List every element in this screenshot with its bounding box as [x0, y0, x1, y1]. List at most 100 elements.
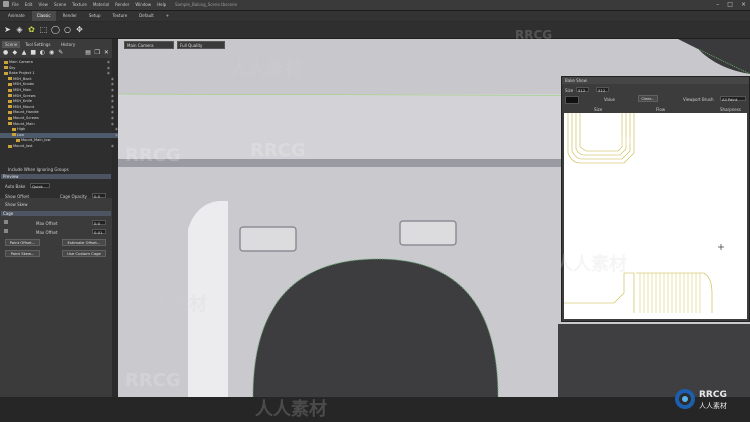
menu-help[interactable]: Help [157, 2, 166, 7]
tree-item[interactable]: MSH_Main ◉ [0, 88, 118, 93]
app-logo-icon [3, 1, 9, 7]
rect-select-icon[interactable]: ⬚ [39, 25, 48, 34]
brush-select[interactable]: All Paint [720, 96, 746, 102]
paint-icon[interactable]: ✿ [27, 25, 36, 34]
visibility-icon[interactable]: ◉ [111, 77, 114, 82]
tab-add[interactable]: + [161, 11, 174, 21]
max-offset-input[interactable]: 0.0 [92, 220, 106, 226]
tree-item[interactable]: Low ◉ [0, 132, 122, 138]
menu-texture[interactable]: Texture [72, 2, 87, 7]
tree-item[interactable]: MSH_Back ◉ [0, 77, 118, 82]
tree-item[interactable]: MSH_Knife ◉ [0, 99, 118, 104]
move-icon[interactable]: ✥ [75, 25, 84, 34]
material-icon[interactable]: ◉ [48, 49, 55, 56]
col-flow: Flow [656, 107, 666, 112]
tree-item[interactable]: MSH_Screws ◉ [0, 94, 118, 99]
group-icon[interactable]: ■ [30, 49, 37, 56]
bake-preview-canvas[interactable] [564, 113, 747, 319]
tree-item[interactable]: High ◉ [0, 127, 122, 132]
folder-icon [16, 138, 20, 142]
visibility-icon[interactable]: ◉ [111, 82, 114, 87]
mode-tabs: Animate Classic Render Setup Texture Def… [0, 11, 750, 21]
tree-item[interactable]: Main Camera ◉ [0, 60, 114, 65]
show-skew-checkbox[interactable]: Show Skew [5, 202, 28, 207]
menu-render[interactable]: Render [115, 2, 129, 7]
visibility-icon[interactable]: ◉ [111, 88, 114, 93]
estimate-offset-button[interactable]: Estimate Offset... [62, 239, 106, 246]
clear-button[interactable]: Clear... [638, 95, 658, 102]
size-width-input[interactable]: 512 [576, 87, 589, 93]
tab-default[interactable]: Default [134, 11, 159, 21]
mesh-icon[interactable]: ▲ [20, 49, 27, 56]
tree-item[interactable]: Mount_last ◉ [0, 144, 118, 149]
max-offset2-input[interactable]: 0.01 [92, 229, 106, 235]
paint-offset-button[interactable]: Paint Offset... [5, 239, 40, 246]
menu-scene[interactable]: Scene [54, 2, 66, 7]
tab-classic[interactable]: Classic [31, 11, 56, 21]
menu-window[interactable]: Window [135, 2, 151, 7]
bake-icon[interactable]: ◐ [39, 49, 46, 56]
menu-view[interactable]: View [38, 2, 48, 7]
tab-animate[interactable]: Animate [3, 11, 30, 21]
menu-material[interactable]: Material [93, 2, 109, 7]
auto-bake-select[interactable]: Quick [30, 183, 50, 189]
tree-item[interactable]: Sky ◉ [0, 66, 114, 71]
offset-color-swatch[interactable] [4, 229, 8, 233]
lasso-icon[interactable]: ◯ [51, 25, 60, 34]
visibility-icon[interactable]: ◉ [111, 122, 114, 127]
col-sharpness: Sharpness [720, 107, 741, 112]
circle-select-icon[interactable]: ○ [63, 25, 72, 34]
size-label: Size [565, 88, 574, 93]
select-arrow-icon[interactable]: ➤ [3, 25, 12, 34]
tab-tool-settings[interactable]: Tool Settings [22, 41, 53, 48]
tree-item[interactable]: Mount_Main ◉ [0, 122, 118, 127]
visibility-icon[interactable]: ◉ [111, 105, 114, 110]
menu-edit[interactable]: Edit [25, 2, 33, 7]
camera-icon[interactable]: ◆ [11, 49, 18, 56]
visibility-icon[interactable]: ◉ [111, 110, 114, 115]
folder-icon[interactable]: ▤ [84, 49, 91, 56]
tree-item[interactable]: Bake Project 1 ◉ [0, 71, 114, 76]
folder-icon [8, 144, 12, 148]
paint-skew-button[interactable]: Paint Skew... [5, 250, 40, 257]
visibility-icon[interactable]: ◉ [111, 99, 114, 104]
show-offset-checkbox[interactable]: Show Offset [5, 194, 29, 199]
visibility-icon[interactable]: ◉ [111, 116, 114, 121]
visibility-icon[interactable]: ◉ [107, 71, 110, 76]
visibility-icon[interactable]: ◉ [107, 66, 110, 71]
tree-item[interactable]: Mount_Screws ◉ [0, 116, 118, 121]
cage-color-swatch[interactable] [4, 220, 8, 224]
camera-select[interactable]: Main Camera [124, 41, 174, 49]
visibility-icon[interactable]: ◉ [111, 144, 114, 149]
tree-item-label: Mount_last [13, 144, 33, 148]
light-icon[interactable]: ● [2, 49, 9, 56]
tree-item[interactable]: MSH_Mount ◉ [0, 105, 118, 110]
tab-render[interactable]: Render [58, 11, 82, 21]
preview-section-header[interactable]: Preview [1, 174, 111, 179]
tab-history[interactable]: History [58, 41, 78, 48]
bake-panel-titlebar[interactable]: Bake Show [562, 77, 749, 84]
minimize-icon[interactable]: – [716, 1, 719, 8]
tree-item[interactable]: Mount_Handle ◉ [0, 110, 118, 115]
tree-item[interactable]: MSH_Knobs ◉ [0, 82, 118, 87]
tab-texture[interactable]: Texture [108, 11, 133, 21]
close-icon[interactable]: × [741, 1, 746, 8]
tab-setup[interactable]: Setup [84, 11, 106, 21]
menu-file[interactable]: File [12, 2, 19, 7]
visibility-icon[interactable]: ◉ [111, 94, 114, 99]
bake-color-swatch[interactable] [565, 96, 579, 104]
quality-select[interactable]: Full Quality [177, 41, 225, 49]
tab-scene[interactable]: Scene [2, 41, 21, 48]
visibility-icon[interactable]: ◉ [107, 60, 110, 65]
cage-opacity-input[interactable]: 0.5 [92, 193, 106, 199]
maximize-icon[interactable]: □ [727, 1, 733, 8]
copy-icon[interactable]: ❐ [94, 49, 101, 56]
main-toolbar: ➤ ◈ ✿ ⬚ ◯ ○ ✥ [0, 22, 750, 39]
size-height-input[interactable]: 512 [596, 87, 609, 93]
paint-tool-icon[interactable]: ✎ [57, 49, 64, 56]
delete-icon[interactable]: ✕ [103, 49, 110, 56]
cage-section-header[interactable]: Cage [1, 211, 111, 216]
tree-item[interactable]: Mount_Main_low◉ [0, 138, 126, 143]
use-custom-cage-button[interactable]: Use Custom Cage [62, 250, 106, 257]
cube-icon[interactable]: ◈ [15, 25, 24, 34]
